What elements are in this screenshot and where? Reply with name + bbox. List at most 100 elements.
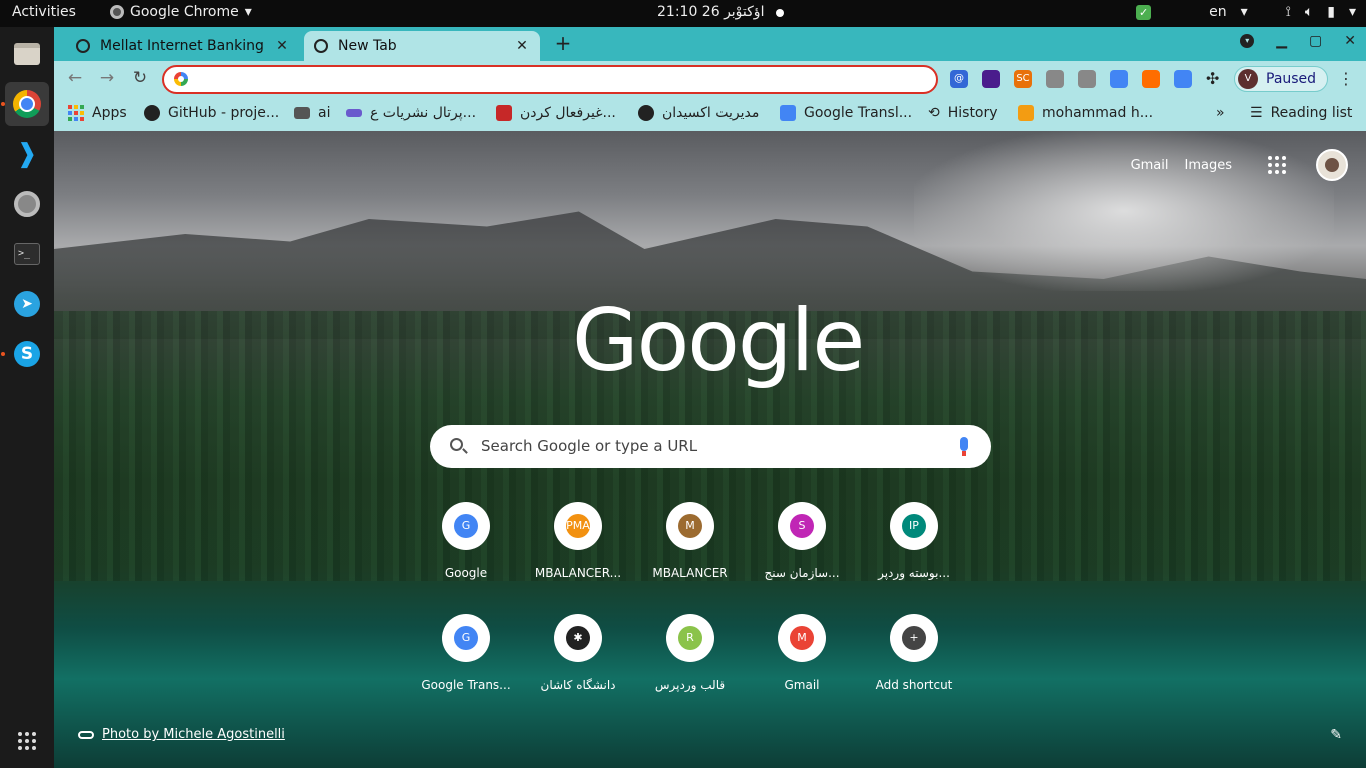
activities-button[interactable]: Activities bbox=[12, 4, 76, 20]
bookmark-github[interactable]: GitHub - proje... bbox=[144, 105, 279, 121]
shortcut-tile[interactable]: ✱ دانشگاه کاشان bbox=[522, 614, 634, 714]
volume-icon: 🔈︎ bbox=[1304, 4, 1314, 20]
shortcut-tile[interactable]: R قالب وردپرس bbox=[634, 614, 746, 714]
shortcut-letter: M bbox=[678, 514, 702, 538]
shortcut-letter: IP bbox=[902, 514, 926, 538]
bookmark-mohammad[interactable]: mohammad h... bbox=[1018, 105, 1153, 121]
tab-search-icon[interactable]: ▾ bbox=[1240, 34, 1255, 48]
more-bookmarks-icon[interactable]: » bbox=[1216, 105, 1225, 121]
bookmark-translate[interactable]: Google Transl... bbox=[780, 105, 912, 121]
extensions-area: @ SC bbox=[950, 70, 1192, 88]
close-icon[interactable]: ✕ bbox=[274, 38, 290, 54]
maximize-icon[interactable]: ▢ bbox=[1309, 33, 1322, 49]
at-icon[interactable]: @ bbox=[950, 70, 968, 88]
chrome-window: Mellat Internet Banking ✕ New Tab ✕ + ▾ … bbox=[54, 27, 1366, 768]
shortcut-name: Google Trans... bbox=[421, 678, 511, 692]
bookmark-history[interactable]: ⟲ History bbox=[928, 105, 998, 121]
dock-settings[interactable] bbox=[5, 182, 49, 226]
dock: ❱ >_ ➤ S bbox=[0, 27, 54, 768]
shield-icon[interactable]: ✓ bbox=[1136, 4, 1152, 20]
address-bar[interactable] bbox=[162, 65, 938, 94]
shortcut-tile[interactable]: M Gmail bbox=[746, 614, 858, 714]
minimize-icon[interactable]: ▁ bbox=[1276, 33, 1287, 49]
dock-terminal[interactable]: >_ bbox=[5, 232, 49, 276]
bookmark-journals[interactable]: پرتال نشریات ع... bbox=[346, 105, 476, 121]
settings-icon bbox=[14, 191, 40, 217]
profile-paused-button[interactable]: V Paused bbox=[1234, 66, 1328, 92]
back-icon[interactable]: ← bbox=[64, 68, 86, 88]
more-icon[interactable]: ⋮ bbox=[1338, 69, 1354, 88]
sc-icon[interactable]: SC bbox=[1014, 70, 1032, 88]
bookmark-label: Apps bbox=[92, 105, 127, 121]
network-icon: ⟟ bbox=[1285, 4, 1291, 20]
bookmark-disable[interactable]: غیرفعال کردن... bbox=[496, 105, 616, 121]
bookmark-apps[interactable]: Apps bbox=[68, 105, 127, 121]
translate-icon[interactable] bbox=[1110, 70, 1128, 88]
swirl-icon[interactable] bbox=[1142, 70, 1160, 88]
shortcut-icon: + bbox=[890, 614, 938, 662]
ntp-search-box[interactable]: Search Google or type a URL bbox=[430, 425, 991, 468]
dock-telegram[interactable]: ➤ bbox=[5, 282, 49, 326]
forward-icon[interactable]: → bbox=[96, 68, 118, 88]
bookmark-label: GitHub - proje... bbox=[168, 105, 280, 121]
shortcut-tile[interactable]: G Google bbox=[410, 502, 522, 602]
search-placeholder: Search Google or type a URL bbox=[481, 437, 698, 455]
site-icon bbox=[496, 105, 512, 121]
grid-icon bbox=[18, 732, 36, 750]
shortcut-letter: G bbox=[454, 514, 478, 538]
globe-icon bbox=[638, 105, 654, 121]
shortcut-tile[interactable]: G Google Trans... bbox=[410, 614, 522, 714]
system-tray[interactable]: ✓ en ▾ ⟟ 🔈︎ ▮ ▾ bbox=[1136, 4, 1356, 20]
app-menu[interactable]: Google Chrome ▾ bbox=[110, 4, 252, 20]
photo-credit-link[interactable]: Photo by Michele Agostinelli bbox=[78, 727, 285, 742]
new-tab-button[interactable]: + bbox=[552, 33, 574, 55]
account-avatar[interactable] bbox=[1316, 149, 1348, 181]
close-icon[interactable]: ✕ bbox=[514, 38, 530, 54]
reading-list-button[interactable]: ☰ Reading list bbox=[1250, 105, 1352, 121]
gmail-link[interactable]: Gmail bbox=[1131, 158, 1169, 173]
dock-vscode[interactable]: ❱ bbox=[5, 132, 49, 176]
reading-list-label: Reading list bbox=[1270, 105, 1353, 121]
shortcut-letter: M bbox=[790, 626, 814, 650]
show-applications-button[interactable] bbox=[5, 719, 49, 763]
customize-pencil-icon[interactable]: ✎ bbox=[1330, 727, 1342, 743]
shortcut-letter: + bbox=[902, 626, 926, 650]
new-tab-page: Gmail Images Google Search Google or typ… bbox=[54, 131, 1366, 768]
address-input[interactable] bbox=[198, 70, 918, 90]
language-indicator[interactable]: en bbox=[1209, 4, 1227, 20]
bookmark-label: ai bbox=[318, 105, 331, 121]
shortcut-icon: G bbox=[442, 614, 490, 662]
shortcut-tile[interactable]: PMA MBALANCER... bbox=[522, 502, 634, 602]
bookmark-manage[interactable]: مدیریت اکسیدان bbox=[638, 105, 759, 121]
dock-skype[interactable]: S bbox=[5, 332, 49, 376]
shortcut-letter: R bbox=[678, 626, 702, 650]
puzzle-icon[interactable]: ✣ bbox=[1206, 69, 1219, 88]
bookmark-label: پرتال نشریات ع... bbox=[370, 105, 477, 121]
tag-icon[interactable] bbox=[1174, 70, 1192, 88]
clock[interactable]: 21:10 26 اؤکتوْبر bbox=[657, 4, 764, 20]
tab-strip: Mellat Internet Banking ✕ New Tab ✕ + ▾ … bbox=[54, 27, 1366, 61]
shortcut-name: سازمان سنج... bbox=[764, 566, 840, 580]
google-apps-icon[interactable] bbox=[1268, 156, 1286, 174]
spider-icon[interactable] bbox=[1078, 70, 1096, 88]
bookmark-folder-ai[interactable]: ai bbox=[294, 105, 330, 121]
camera-icon[interactable] bbox=[1046, 70, 1064, 88]
tab-new-tab[interactable]: New Tab ✕ bbox=[304, 31, 540, 61]
vscode-icon: ❱ bbox=[16, 139, 38, 169]
dock-chrome[interactable] bbox=[5, 82, 49, 126]
diamond-icon[interactable] bbox=[982, 70, 1000, 88]
images-link[interactable]: Images bbox=[1185, 158, 1233, 173]
shortcut-tile[interactable]: S سازمان سنج... bbox=[746, 502, 858, 602]
microphone-icon[interactable] bbox=[960, 437, 968, 456]
shortcut-tile[interactable]: M MBALANCER bbox=[634, 502, 746, 602]
close-window-icon[interactable]: ✕ bbox=[1344, 33, 1356, 49]
dock-files[interactable] bbox=[5, 32, 49, 76]
chrome-icon bbox=[110, 5, 124, 19]
shortcut-tile[interactable]: IP بوسته وردپر... bbox=[858, 502, 970, 602]
shortcut-tile[interactable]: + Add shortcut bbox=[858, 614, 970, 714]
chrome-icon bbox=[314, 39, 328, 53]
site-icon bbox=[1018, 105, 1034, 121]
reload-icon[interactable]: ↻ bbox=[129, 68, 151, 88]
tab-mellat[interactable]: Mellat Internet Banking ✕ bbox=[66, 31, 300, 61]
shortcut-icon: M bbox=[666, 502, 714, 550]
